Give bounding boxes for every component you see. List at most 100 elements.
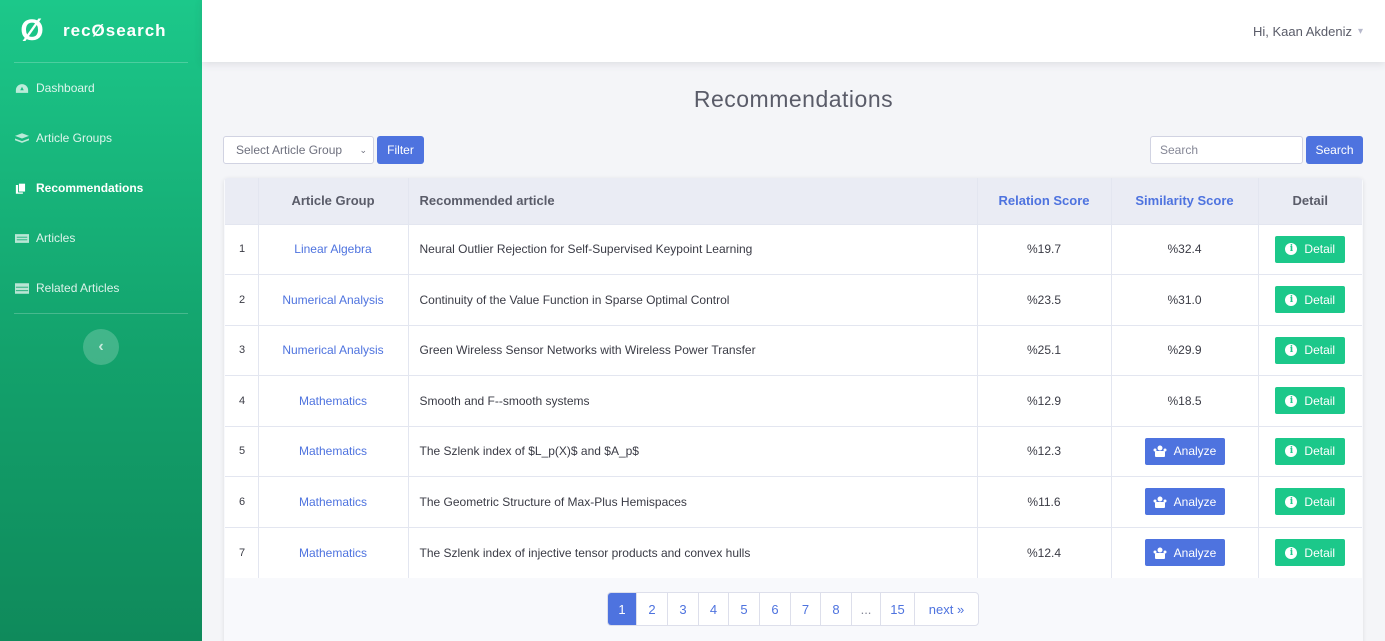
column-header-index [225, 178, 259, 224]
pagination-page[interactable]: 8 [821, 593, 852, 625]
search-input[interactable] [1150, 136, 1303, 164]
detail-label: Detail [1304, 494, 1336, 509]
recommended-article-title: The Szlenk index of $L_p(X)$ and $A_p$ [408, 426, 978, 477]
users-icon [1153, 547, 1167, 559]
pagination-page[interactable]: 1 [608, 593, 637, 625]
detail-cell: i Detail [1258, 224, 1362, 275]
similarity-score-cell: Analyze [1111, 527, 1259, 578]
pagination-page[interactable]: 2 [637, 593, 668, 625]
table-row: 7 Mathematics The Szlenk index of injectiv… [225, 527, 1362, 578]
column-header-article-group[interactable]: Article Group [258, 178, 409, 224]
pagination-page[interactable]: 6 [760, 593, 791, 625]
relation-score: %12.4 [977, 527, 1112, 578]
detail-cell: i Detail [1258, 426, 1362, 477]
layers-icon [15, 132, 29, 143]
analyze-button[interactable]: Analyze [1144, 539, 1225, 566]
article-group-select-value: Select Article Group [236, 143, 343, 157]
users-icon [1153, 445, 1167, 458]
search-button[interactable]: Search [1306, 136, 1363, 164]
row-index: 1 [225, 224, 259, 275]
column-header-relation-score[interactable]: Relation Score [977, 178, 1112, 224]
info-icon: i [1285, 243, 1298, 256]
article-group-link[interactable]: Mathematics [258, 476, 409, 527]
relation-score: %11.6 [977, 476, 1112, 527]
sidebar-collapse-button[interactable]: ‹ [83, 329, 119, 365]
info-icon: i [1285, 293, 1298, 306]
info-icon: i [1285, 394, 1298, 407]
detail-button[interactable]: i Detail [1275, 336, 1346, 364]
brand[interactable]: Ø recØsearch [0, 0, 202, 62]
detail-button[interactable]: i Detail [1275, 539, 1346, 566]
sidebar-item-label: Dashboard [36, 81, 95, 95]
detail-button[interactable]: i Detail [1275, 387, 1346, 415]
detail-label: Detail [1304, 545, 1336, 560]
relation-score: %12.9 [977, 375, 1112, 426]
chevron-left-icon: ‹ [98, 338, 104, 355]
detail-label: Detail [1304, 343, 1336, 358]
recommended-article-title: Green Wireless Sensor Networks with Wire… [408, 325, 978, 376]
article-group-link[interactable]: Numerical Analysis [258, 274, 409, 325]
pagination-ellipsis: ... [852, 593, 881, 625]
similarity-score: %31.0 [1111, 274, 1259, 325]
article-group-link[interactable]: Mathematics [258, 426, 409, 477]
row-index: 7 [225, 527, 259, 578]
info-icon: i [1285, 445, 1298, 458]
article-group-link[interactable]: Mathematics [258, 375, 409, 426]
article-group-link[interactable]: Linear Algebra [258, 224, 409, 275]
similarity-score: %32.4 [1111, 224, 1259, 275]
detail-button[interactable]: i Detail [1275, 437, 1346, 465]
pagination-page[interactable]: 3 [668, 593, 699, 625]
recommended-article-title: Smooth and F--smooth systems [408, 375, 978, 426]
detail-cell: i Detail [1258, 275, 1362, 326]
filter-button[interactable]: Filter [377, 136, 424, 164]
pagination-page[interactable]: 5 [729, 593, 760, 625]
sidebar-item-label: Related Articles [36, 281, 120, 295]
detail-label: Detail [1304, 393, 1336, 408]
detail-cell: i Detail [1258, 376, 1362, 427]
user-greeting: Hi, Kaan Akdeniz [1252, 23, 1352, 39]
detail-button[interactable]: i Detail [1275, 488, 1346, 516]
brand-logo: Ø [20, 14, 44, 47]
sidebar: Ø recØsearch Dashboard Article Groups Re… [0, 0, 202, 641]
relation-score: %25.1 [977, 325, 1112, 376]
row-index: 6 [225, 476, 259, 527]
detail-cell: i Detail [1258, 325, 1362, 376]
user-menu[interactable]: Hi, Kaan Akdeniz ▾ [1253, 24, 1363, 39]
sidebar-item-related-articles[interactable]: Related Articles [0, 263, 202, 313]
table-header-row: Article Group Recommended article Relati… [225, 178, 1362, 224]
detail-button[interactable]: i Detail [1275, 286, 1346, 314]
sidebar-item-articles[interactable]: Articles [0, 213, 202, 263]
pagination-page[interactable]: 4 [699, 593, 729, 625]
column-header-recommended-article[interactable]: Recommended article [408, 178, 978, 224]
analyze-button[interactable]: Analyze [1144, 488, 1225, 516]
sidebar-divider [14, 313, 188, 314]
article-group-select[interactable]: Select Article Group ⌄ [223, 136, 374, 164]
table-row: 2 Numerical Analysis Continuity of the Val… [225, 274, 1362, 326]
info-icon: i [1285, 546, 1298, 559]
sidebar-nav: Dashboard Article Groups Recommendations… [0, 63, 202, 313]
sidebar-item-article-groups[interactable]: Article Groups [0, 113, 202, 163]
recommended-article-title: Neural Outlier Rejection for Self-Superv… [408, 224, 978, 275]
analyze-button[interactable]: Analyze [1144, 437, 1225, 465]
recommended-article-title: The Geometric Structure of Max-Plus Hemi… [408, 476, 978, 527]
dashboard-icon [15, 83, 29, 93]
article-group-link[interactable]: Numerical Analysis [258, 325, 409, 376]
topbar: Hi, Kaan Akdeniz ▾ [202, 0, 1385, 62]
list-icon [15, 233, 29, 243]
pagination-page[interactable]: 15 [881, 593, 915, 625]
row-index: 2 [225, 274, 259, 325]
detail-cell: i Detail [1258, 477, 1362, 528]
sidebar-item-label: Articles [36, 231, 76, 245]
detail-button[interactable]: i Detail [1275, 235, 1346, 263]
sidebar-item-dashboard[interactable]: Dashboard [0, 63, 202, 113]
pagination-next[interactable]: next » [915, 593, 978, 625]
detail-label: Detail [1304, 242, 1336, 257]
similarity-score-cell: Analyze [1111, 476, 1259, 527]
recommendations-table-card: Article Group Recommended article Relati… [224, 178, 1363, 641]
article-group-link[interactable]: Mathematics [258, 527, 409, 578]
column-header-similarity-score[interactable]: Similarity Score [1111, 178, 1259, 224]
chevron-down-icon: ▾ [1357, 25, 1363, 37]
sidebar-item-recommendations[interactable]: Recommendations [0, 163, 202, 213]
sidebar-item-label: Article Groups [36, 131, 113, 145]
pagination-page[interactable]: 7 [791, 593, 821, 625]
